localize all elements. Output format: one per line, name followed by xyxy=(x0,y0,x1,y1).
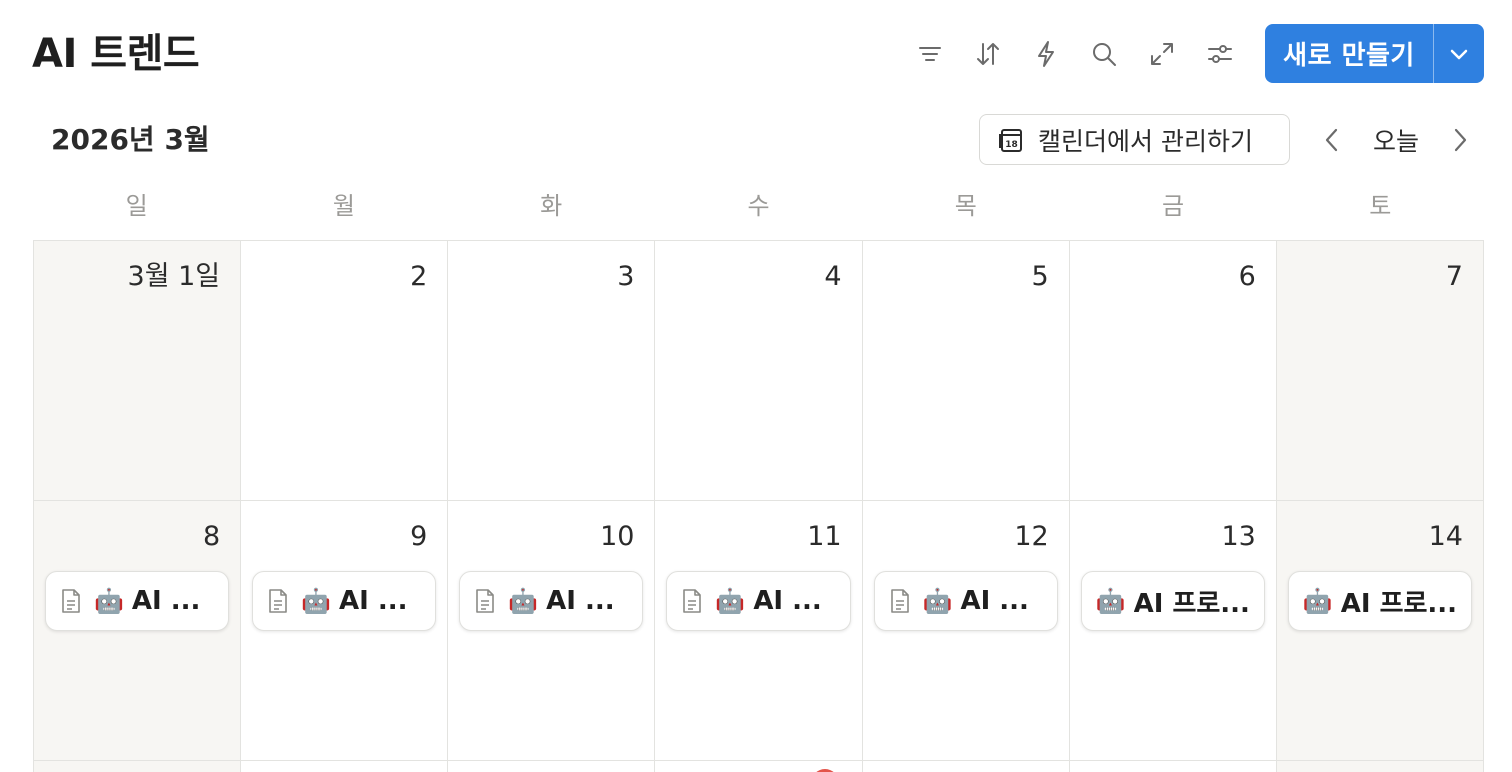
calendar-day-cell[interactable] xyxy=(1069,761,1277,772)
search-icon[interactable] xyxy=(1075,24,1133,83)
page-icon xyxy=(474,588,496,614)
day-number: 9 xyxy=(410,521,428,552)
event-card[interactable]: 🤖 AI 프로... xyxy=(1080,571,1265,631)
calendar-day-cell[interactable]: 3월 1일 xyxy=(34,241,242,501)
day-number: 5 xyxy=(1031,261,1049,292)
day-number: 11 xyxy=(807,521,842,552)
calendar-day-cell[interactable]: 13 🤖 AI 프로... xyxy=(1069,501,1277,761)
new-button-group: 새로 만들기 xyxy=(1265,24,1484,83)
calendar-day-cell[interactable]: 4 xyxy=(655,241,863,501)
calendar-day-cell[interactable]: 14 🤖 AI 프로... xyxy=(1276,501,1484,761)
calendar-day-cell[interactable] xyxy=(241,761,449,772)
robot-emoji-icon: 🤖 xyxy=(301,587,332,615)
page-icon xyxy=(889,588,911,614)
event-title: AI ... xyxy=(960,586,1029,616)
event-card[interactable]: 🤖 AI ... xyxy=(459,571,644,631)
lightning-icon[interactable] xyxy=(1017,24,1075,83)
calendar-day-cell[interactable]: 5 xyxy=(862,241,1070,501)
calendar-day-cell[interactable]: 2 xyxy=(241,241,449,501)
page-title: AI 트렌드 xyxy=(32,31,200,77)
next-month-button[interactable] xyxy=(1440,118,1480,162)
calendar-day-cell[interactable] xyxy=(34,761,242,772)
weekday-label: 금 xyxy=(1162,192,1185,220)
calendar-day-cell[interactable]: 10 🤖 AI ... xyxy=(448,501,656,761)
event-card[interactable]: 🤖 AI ... xyxy=(45,571,230,631)
event-title: AI 프로... xyxy=(1340,588,1458,619)
weekday-label: 일 xyxy=(125,192,148,220)
weekday-label: 월 xyxy=(332,192,355,220)
day-number: 3 xyxy=(617,261,635,292)
day-number: 2 xyxy=(410,261,428,292)
calendar-day-cell[interactable]: 7 xyxy=(1276,241,1484,501)
page-icon xyxy=(267,588,289,614)
robot-emoji-icon: 🤖 xyxy=(922,587,953,615)
svg-text:18: 18 xyxy=(1005,140,1018,150)
today-button[interactable]: 오늘 xyxy=(1360,118,1432,162)
event-title: AI ... xyxy=(131,586,201,616)
month-label: 2026년 3월 xyxy=(51,123,210,156)
weekday-label: 수 xyxy=(747,192,770,220)
prev-month-button[interactable] xyxy=(1312,118,1352,162)
calendar-day-cell[interactable]: 12 🤖 AI ... xyxy=(862,501,1070,761)
event-title: AI ... xyxy=(546,586,615,616)
event-card[interactable]: 🤖 AI 프로... xyxy=(1287,571,1472,631)
day-number: 10 xyxy=(600,521,635,552)
event-title: AI 프로... xyxy=(1133,588,1250,619)
page-icon xyxy=(681,588,703,614)
event-title: AI ... xyxy=(339,586,408,616)
event-card[interactable]: 🤖 AI ... xyxy=(252,571,437,631)
robot-emoji-icon: 🤖 xyxy=(715,587,746,615)
day-number: 8 xyxy=(202,521,221,552)
calendar-day-cell[interactable]: 6 xyxy=(1069,241,1277,501)
robot-emoji-icon: 🤖 xyxy=(1302,587,1333,615)
weekday-header: 일 월 화 수 목 금 토 xyxy=(33,186,1484,226)
manage-in-calendar-button[interactable]: 18 캘린더에서 관리하기 xyxy=(979,114,1290,165)
day-number: 6 xyxy=(1238,261,1256,292)
chevron-down-icon xyxy=(1450,49,1468,59)
day-number: 7 xyxy=(1445,261,1463,292)
day-number: 13 xyxy=(1221,521,1256,552)
calendar-day-cell[interactable]: 11 🤖 AI ... xyxy=(655,501,863,761)
day-number: 14 xyxy=(1428,521,1463,552)
weekday-label: 화 xyxy=(540,192,563,220)
manage-label: 캘린더에서 관리하기 xyxy=(1038,126,1253,156)
robot-emoji-icon: 🤖 xyxy=(1095,587,1126,615)
sort-icon[interactable] xyxy=(959,24,1017,83)
filter-icon[interactable] xyxy=(901,24,959,83)
new-button[interactable]: 새로 만들기 xyxy=(1265,24,1433,83)
event-title: AI ... xyxy=(753,586,822,616)
event-card[interactable]: 🤖 AI ... xyxy=(873,571,1058,631)
calendar-day-cell[interactable] xyxy=(448,761,656,772)
page-icon xyxy=(60,588,82,614)
chevron-right-icon xyxy=(1454,128,1467,152)
expand-icon[interactable] xyxy=(1133,24,1191,83)
day-number: 12 xyxy=(1014,521,1049,552)
weekday-label: 목 xyxy=(954,192,977,220)
calendar-icon: 18 xyxy=(999,128,1022,152)
event-card[interactable]: 🤖 AI ... xyxy=(666,571,851,631)
new-button-dropdown[interactable] xyxy=(1434,24,1484,83)
calendar-day-cell[interactable] xyxy=(862,761,1070,772)
settings-icon[interactable] xyxy=(1191,24,1249,83)
day-number: 3월 1일 xyxy=(127,261,221,292)
robot-emoji-icon: 🤖 xyxy=(94,587,124,615)
calendar-page: AI 트렌드 새로 만들기 2026년 3월 18 캘린더에서 관리하기 오늘 … xyxy=(0,0,1512,772)
calendar-day-cell[interactable]: 9 🤖 AI ... xyxy=(241,501,449,761)
weekday-label: 토 xyxy=(1369,192,1392,220)
calendar-day-cell[interactable]: 8 🤖 AI ... xyxy=(34,501,242,761)
calendar-grid: 3월 1일 2 3 4 5 6 7 8 🤖 AI ... 9 🤖 AI ... 10 🤖 AI ... 11 🤖 A… xyxy=(33,240,1484,772)
robot-emoji-icon: 🤖 xyxy=(508,587,539,615)
calendar-day-cell[interactable]: 3 xyxy=(448,241,656,501)
chevron-left-icon xyxy=(1325,128,1338,152)
calendar-day-cell[interactable] xyxy=(1276,761,1484,772)
day-number: 4 xyxy=(824,261,842,292)
toolbar: 새로 만들기 xyxy=(901,24,1484,83)
